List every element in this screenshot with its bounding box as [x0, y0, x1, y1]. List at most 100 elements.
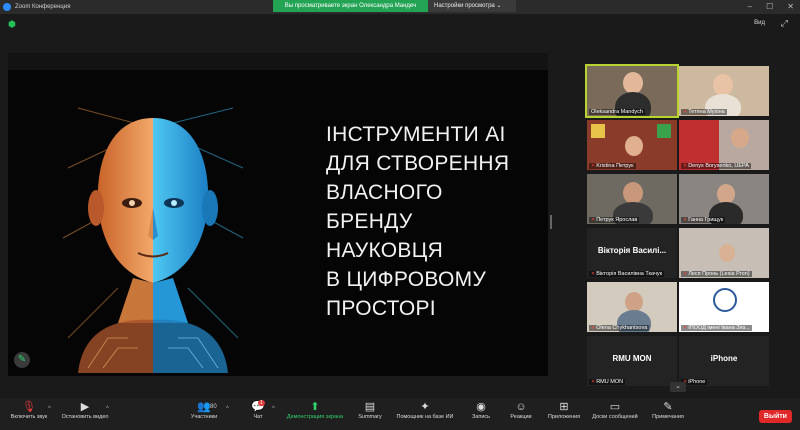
participants-button[interactable]: 👥 80 Участники	[186, 400, 222, 420]
slide-title-line: НАУКОВЦЯ	[326, 239, 444, 262]
participant-name: Kristina Петрук	[596, 163, 634, 169]
participant-name: ІПООД імені Івана Зяз...	[688, 325, 750, 331]
participant-tile[interactable]: RMU MON ✕RMU MON	[587, 336, 677, 386]
emblem-logo	[657, 124, 671, 138]
participant-name: Петрук Ярослав	[596, 217, 638, 223]
stop-video-button[interactable]: ▶ Остановить видео	[58, 400, 112, 420]
maximize-icon[interactable]: ☐	[766, 2, 773, 11]
participant-name: iPhone	[688, 379, 706, 385]
summary-button[interactable]: ▤ Summary	[354, 400, 386, 420]
muted-mic-icon: ✕	[591, 217, 596, 223]
muted-mic-icon: ✕	[591, 379, 596, 385]
participant-tile[interactable]: iPhone ✕iPhone	[679, 336, 769, 386]
slide-title: ІНСТРУМЕНТИ AI ДЛЯ СТВОРЕННЯ ВЛАСНОГО БР…	[326, 120, 526, 323]
participant-name: Тетяна Мухіна	[688, 109, 725, 115]
participant-tile[interactable]: ✕Denys Borysenko, UEPA	[679, 120, 769, 170]
summary-label: Summary	[358, 414, 382, 420]
participant-tile[interactable]: ✕Тетяна Мухіна	[679, 66, 769, 116]
participant-name: Denys Borysenko, UEPA	[688, 163, 749, 169]
participant-center-name: iPhone	[710, 354, 738, 363]
participant-name-wrap: ✕Olena Chykhantsova	[589, 325, 650, 331]
close-icon[interactable]: ✕	[787, 2, 794, 11]
panel-resize-handle[interactable]	[550, 215, 552, 229]
participant-name: Вікторія Василівна Ткачук	[596, 271, 662, 277]
chat-label: Чат	[253, 414, 263, 420]
slide-title-line: ПРОСТОРІ	[326, 297, 436, 320]
muted-mic-icon: ✕	[591, 163, 596, 169]
zoom-logo-icon	[3, 3, 11, 11]
video-options-chevron-icon[interactable]: ^	[106, 406, 109, 412]
participant-tile[interactable]: Oleksandra Mandych	[585, 64, 679, 118]
apps-button[interactable]: ⊞ Приложения	[544, 400, 584, 420]
fullscreen-icon[interactable]: ⤢	[781, 18, 788, 29]
participant-tile[interactable]: ✕Kristina Петрук	[587, 120, 677, 170]
ai-sparkle-icon: ✦	[420, 401, 430, 413]
ai-face-illustration	[58, 88, 248, 373]
muted-mic-icon: ✕	[683, 325, 688, 331]
participant-tile[interactable]: ✕Петрук Ярослав	[587, 174, 677, 224]
participant-video	[719, 244, 735, 262]
record-button[interactable]: ◉ Запись	[468, 400, 494, 420]
participant-name-wrap: ✕Kristina Петрук	[589, 163, 636, 169]
participant-gallery: Oleksandra Mandych ✕Тетяна Мухіна ✕Krist…	[585, 64, 770, 386]
meeting-toolbar: 🎙 Включить звук ^ ▶ Остановить видео ^ 👥…	[0, 398, 800, 430]
apps-label: Приложения	[547, 414, 581, 420]
stop-video-label: Остановить видео	[61, 414, 109, 420]
participant-center-name: RMU MON	[612, 354, 652, 363]
security-shield-icon[interactable]: ⬢	[8, 19, 16, 30]
minimize-icon[interactable]: –	[748, 2, 752, 11]
view-button[interactable]: Вид	[754, 20, 765, 26]
participant-tile[interactable]: ✕Ганна Грищук	[679, 174, 769, 224]
record-icon: ◉	[476, 401, 486, 413]
ai-companion-label: Помощник на базе ИИ	[396, 414, 454, 420]
chevron-down-icon[interactable]: ⌄	[670, 382, 686, 392]
muted-mic-icon: ✕	[683, 109, 688, 115]
whiteboard-icon: ▭	[609, 401, 621, 413]
leave-meeting-button[interactable]: Выйти	[758, 410, 792, 423]
chat-button[interactable]: 💬 1 Чат	[246, 400, 270, 420]
whiteboards-button[interactable]: ▭ Доски сообщений	[588, 400, 642, 420]
participant-name: Olena Chykhantsova	[596, 325, 648, 331]
participant-name-wrap: ✕RMU MON	[589, 379, 626, 385]
participant-tile[interactable]: ✕Olena Chykhantsova	[587, 282, 677, 332]
participant-tile[interactable]: ✕ІПООД імені Івана Зяз...	[679, 282, 769, 332]
participant-video	[625, 292, 643, 312]
whiteboards-label: Доски сообщений	[592, 414, 638, 420]
unmute-button[interactable]: 🎙 Включить звук	[6, 400, 52, 420]
participant-tile[interactable]: Вікторія Василі... ✕Вікторія Василівна Т…	[587, 228, 677, 278]
participant-name-wrap: ✕Ганна Грищук	[681, 217, 726, 223]
annotate-pencil-icon[interactable]: ✎	[14, 352, 30, 368]
slide-title-line: БРЕНДУ	[326, 210, 413, 233]
participant-name: Ганна Грищук	[688, 217, 724, 223]
participant-video	[625, 136, 643, 156]
viewing-share-status: Вы просматриваете экран Олександра Манде…	[273, 0, 428, 12]
muted-mic-icon: ✕	[683, 163, 688, 169]
record-label: Запись	[471, 414, 491, 420]
notes-button[interactable]: ✎ Примечания	[648, 400, 688, 420]
participant-name-wrap: ✕Петрук Ярослав	[589, 217, 640, 223]
participant-video	[623, 182, 643, 204]
window-title: Zoom Конференция	[15, 4, 71, 10]
participant-name-wrap: ✕Вікторія Василівна Ткачук	[589, 271, 664, 277]
chat-options-chevron-icon[interactable]: ^	[272, 406, 275, 412]
apps-grid-icon: ⊞	[559, 401, 569, 413]
participants-label: Участники	[190, 414, 218, 420]
participant-tile[interactable]: ✕Леся Пронь (Lesia Pron)	[679, 228, 769, 278]
ai-face-svg	[62, 107, 244, 373]
participant-video	[717, 184, 735, 204]
share-screen-button[interactable]: ⬆ Демонстрация экрана	[282, 400, 348, 420]
reactions-button[interactable]: ☺ Реакции	[506, 400, 536, 420]
summary-document-icon: ▤	[364, 401, 376, 413]
audio-options-chevron-icon[interactable]: ^	[48, 406, 51, 412]
chat-unread-badge: 1	[258, 400, 265, 406]
slide-title-line: ІНСТРУМЕНТИ AI	[326, 123, 506, 146]
participants-options-chevron-icon[interactable]: ^	[226, 406, 229, 412]
participant-center-name: Вікторія Василі...	[597, 246, 667, 255]
participant-video	[713, 74, 733, 96]
institute-logo	[713, 288, 737, 312]
participant-name-wrap: ✕Тетяна Мухіна	[681, 109, 727, 115]
reaction-emoji-icon: ☺	[515, 401, 527, 413]
reactions-label: Реакции	[510, 414, 532, 420]
view-options-button[interactable]: Настройки просмотра ⌄	[428, 0, 516, 12]
ai-companion-button[interactable]: ✦ Помощник на базе ИИ	[392, 400, 458, 420]
